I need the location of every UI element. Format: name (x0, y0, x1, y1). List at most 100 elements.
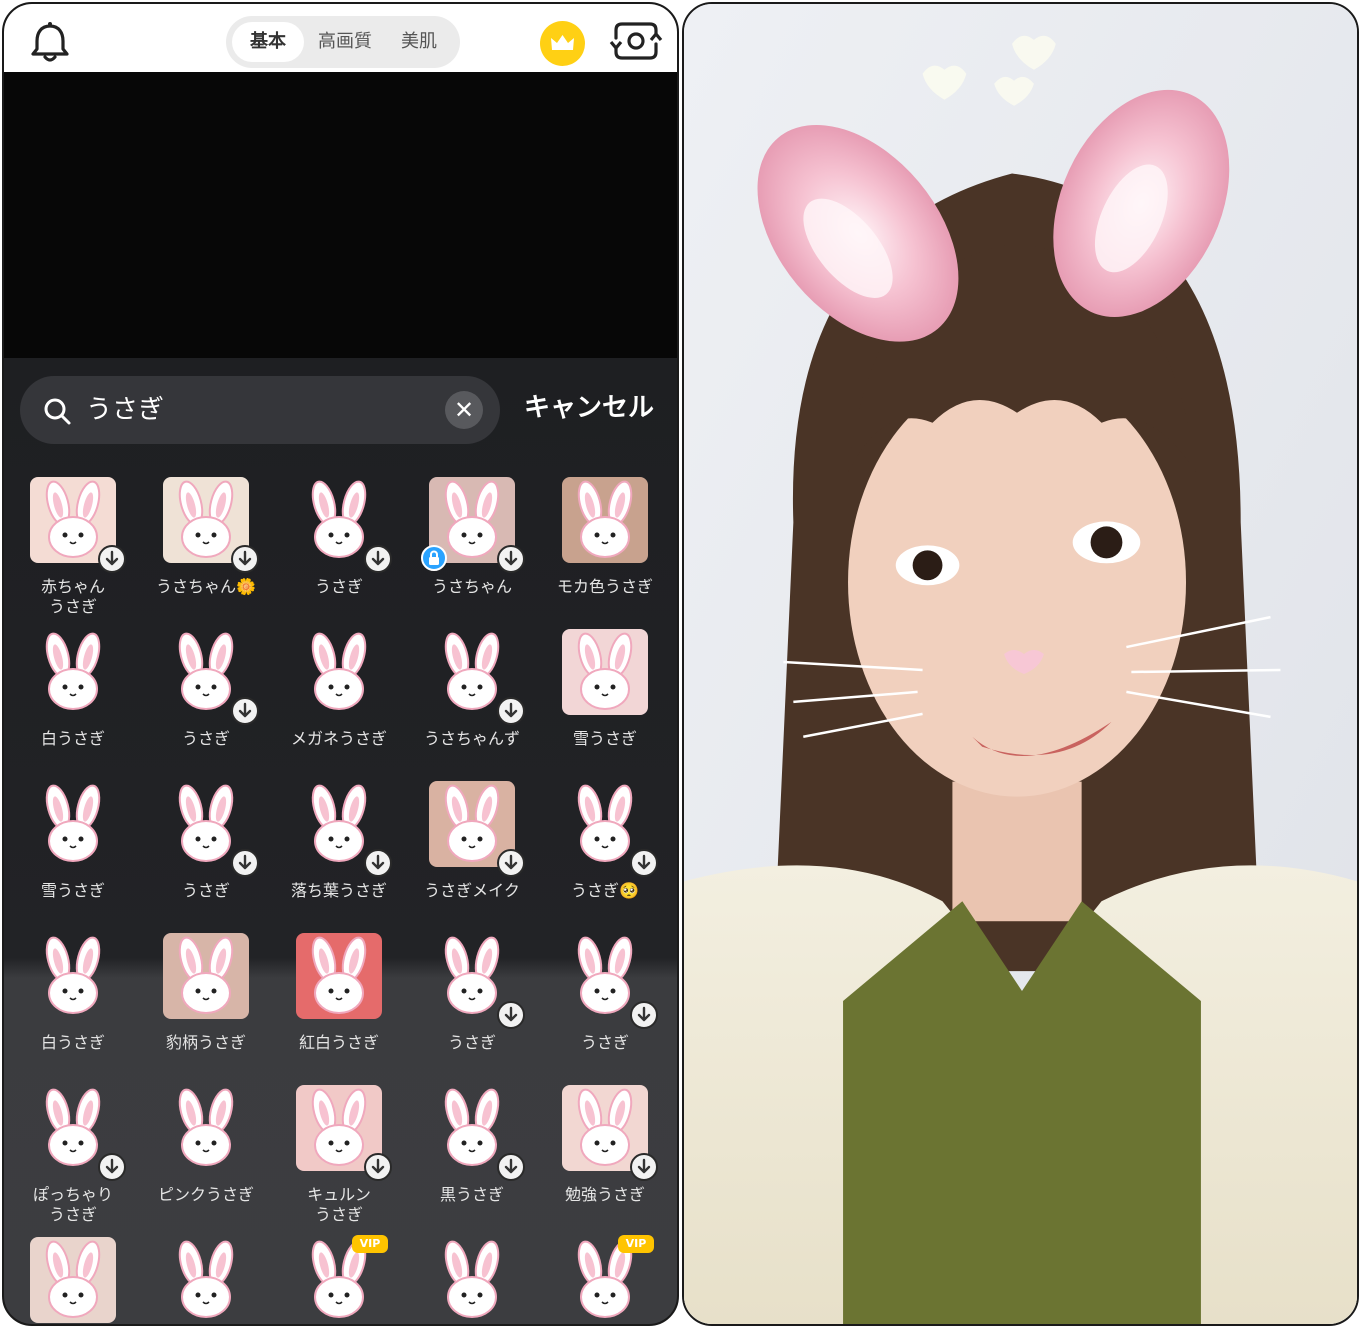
camera-flip-button[interactable] (608, 16, 664, 66)
sticker-tile[interactable]: 雪うさぎ (538, 625, 672, 775)
sticker-label: うさぎ (580, 1033, 629, 1052)
sticker-tile[interactable]: 赤ちゃん うさぎ (6, 473, 140, 623)
sticker-label: モカ色うさぎ (556, 577, 653, 596)
sticker-tile[interactable]: 雪うさぎ (6, 777, 140, 927)
sticker-tile[interactable]: うさぎ (538, 929, 672, 1079)
bell-icon[interactable] (26, 20, 74, 64)
sticker-label: ピンクうさぎ (157, 1185, 254, 1204)
sticker-tile[interactable]: うさちゃん (405, 473, 539, 623)
sticker-tile[interactable]: VIP (272, 1233, 406, 1324)
sticker-tile[interactable]: うさぎ (405, 929, 539, 1079)
sticker-label: うさちゃん🌼 (156, 577, 256, 596)
sticker-thumbnail (429, 1237, 515, 1323)
sticker-thumbnail (30, 629, 116, 715)
sticker-thumbnail (296, 629, 382, 715)
sticker-tile[interactable]: うさちゃん🌼 (139, 473, 273, 623)
download-icon (497, 697, 525, 725)
sticker-label: 赤ちゃん うさぎ (40, 577, 105, 616)
sticker-label: うさぎ🥺 (571, 881, 639, 900)
sticker-label: 紅白うさぎ (298, 1033, 379, 1052)
sticker-tile[interactable]: 白うさぎ (6, 929, 140, 1079)
sticker-label: 雪うさぎ (40, 881, 105, 900)
clear-search-button[interactable]: ✕ (445, 391, 483, 429)
download-icon (630, 849, 658, 877)
sticker-label: うさぎ (447, 1033, 496, 1052)
download-icon (630, 1001, 658, 1029)
sticker-tile[interactable]: キュルン うさぎ (272, 1081, 406, 1231)
download-icon (98, 545, 126, 573)
sticker-label: うさぎ (314, 577, 363, 596)
sticker-tile[interactable]: 黒うさぎ (405, 1081, 539, 1231)
download-icon (497, 1153, 525, 1181)
sticker-label: 雪うさぎ (572, 729, 637, 748)
mode-basic[interactable]: 基本 (232, 22, 304, 62)
sticker-tile[interactable]: うさぎ (139, 777, 273, 927)
sticker-label: 豹柄うさぎ (165, 1033, 246, 1052)
sticker-tile[interactable]: モカ色うさぎ (538, 473, 672, 623)
sticker-tile[interactable]: うさちゃんず (405, 625, 539, 775)
sticker-tile[interactable]: 落ち葉うさぎ (272, 777, 406, 927)
download-icon (630, 1153, 658, 1181)
mode-beauty-skin[interactable]: 美肌 (384, 22, 454, 62)
download-icon (231, 545, 259, 573)
sticker-label: 白うさぎ (40, 1033, 105, 1052)
download-icon (497, 545, 525, 573)
sticker-label: 黒うさぎ (439, 1185, 504, 1204)
sticker-tile[interactable]: ぽっちゃり うさぎ (6, 1081, 140, 1231)
sticker-thumbnail (30, 1237, 116, 1323)
search-icon (42, 396, 72, 426)
sticker-label: 白うさぎ (40, 729, 105, 748)
download-icon (364, 1153, 392, 1181)
sticker-label: キュルン うさぎ (307, 1185, 371, 1224)
sticker-tile[interactable]: 紅白うさぎ (272, 929, 406, 1079)
download-icon (98, 1153, 126, 1181)
sticker-label: 勉強うさぎ (564, 1185, 645, 1204)
sticker-tile[interactable]: うさぎ🥺 (538, 777, 672, 927)
premium-button[interactable] (540, 21, 585, 66)
top-bar: 基本 高画質 美肌 (4, 4, 677, 72)
vip-badge: VIP (618, 1235, 654, 1253)
sticker-tile[interactable]: ピンクうさぎ (139, 1081, 273, 1231)
sticker-sheet: うさぎ ✕ キャンセル 赤ちゃん うさぎ うさちゃん🌼 うさぎ うさちゃん モカ色うさぎ… (4, 358, 677, 1324)
sticker-tile[interactable]: 勉強うさぎ (538, 1081, 672, 1231)
lock-icon (421, 545, 447, 571)
download-icon (497, 849, 525, 877)
vip-badge: VIP (352, 1235, 388, 1253)
search-input[interactable]: うさぎ (86, 390, 164, 430)
sticker-tile[interactable] (405, 1233, 539, 1324)
search-bar[interactable]: うさぎ ✕ (20, 376, 500, 444)
sticker-label: 落ち葉うさぎ (290, 881, 387, 900)
sticker-label: うさぎ (181, 881, 230, 900)
sticker-tile[interactable]: うさぎメイク (405, 777, 539, 927)
filter-preview-photo (684, 4, 1357, 1324)
sticker-thumbnail (30, 933, 116, 1019)
sticker-label: ぽっちゃり うさぎ (32, 1185, 113, 1224)
sticker-tile[interactable]: うさぎ (139, 625, 273, 775)
sticker-thumbnail (30, 781, 116, 867)
sticker-tile[interactable] (139, 1233, 273, 1324)
sticker-label: うさぎメイク (424, 881, 520, 900)
download-icon (231, 849, 259, 877)
sticker-label: うさちゃん (431, 577, 512, 596)
close-icon: ✕ (453, 396, 475, 424)
sticker-tile[interactable]: VIP (538, 1233, 672, 1324)
download-icon (231, 697, 259, 725)
cancel-button[interactable]: キャンセル (524, 388, 654, 428)
download-icon (364, 849, 392, 877)
sticker-thumbnail (296, 933, 382, 1019)
sticker-thumbnail (562, 629, 648, 715)
sticker-label: メガネうさぎ (290, 729, 387, 748)
camera-flip-icon (609, 22, 663, 60)
sticker-thumbnail (163, 1237, 249, 1323)
sticker-tile[interactable]: 豹柄うさぎ (139, 929, 273, 1079)
sticker-thumbnail (163, 933, 249, 1019)
sticker-tile[interactable]: メガネうさぎ (272, 625, 406, 775)
sticker-tile[interactable] (6, 1233, 140, 1324)
download-icon (364, 545, 392, 573)
sticker-label: うさぎ (181, 729, 230, 748)
sticker-tile[interactable]: 白うさぎ (6, 625, 140, 775)
sticker-tile[interactable]: うさぎ (272, 473, 406, 623)
camera-preview-with-filter (682, 2, 1359, 1326)
download-icon (497, 1001, 525, 1029)
mode-high-quality[interactable]: 高画質 (306, 22, 384, 62)
